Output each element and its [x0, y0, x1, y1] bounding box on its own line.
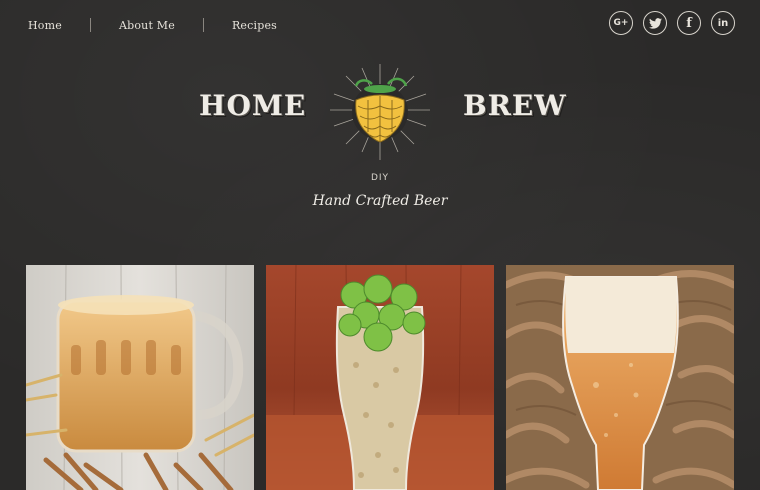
twitter-icon[interactable] [643, 11, 667, 35]
gallery-tile-beer-wicker[interactable] [506, 265, 734, 490]
hop-logo-icon [330, 64, 430, 160]
beer-glass-on-wicker-image [506, 265, 734, 490]
nav-about-me[interactable]: About Me [105, 19, 189, 32]
social-links: G+ f in [609, 11, 735, 35]
beer-mug-with-wheat-image [26, 265, 254, 490]
google-plus-icon[interactable]: G+ [609, 11, 633, 35]
brand-subtitle: DIY [370, 173, 390, 183]
hops-and-barley-glass-image [266, 265, 494, 490]
gallery-tile-hops-barley[interactable] [266, 265, 494, 490]
nav-recipes[interactable]: Recipes [218, 19, 291, 32]
nav-home[interactable]: Home [14, 19, 76, 32]
brand-word-home: HOME [199, 89, 307, 122]
nav-divider [202, 18, 204, 32]
nav-divider [89, 18, 91, 32]
facebook-icon[interactable]: f [677, 11, 701, 35]
main-nav: Home About Me Recipes [14, 18, 291, 32]
linkedin-icon[interactable]: in [711, 11, 735, 35]
tagline: Hand Crafted Beer [312, 193, 448, 209]
brand-header: HOME BREW [0, 60, 760, 165]
brand-word-brew: BREW [463, 89, 567, 122]
gallery-tile-beer-mug[interactable] [26, 265, 254, 490]
